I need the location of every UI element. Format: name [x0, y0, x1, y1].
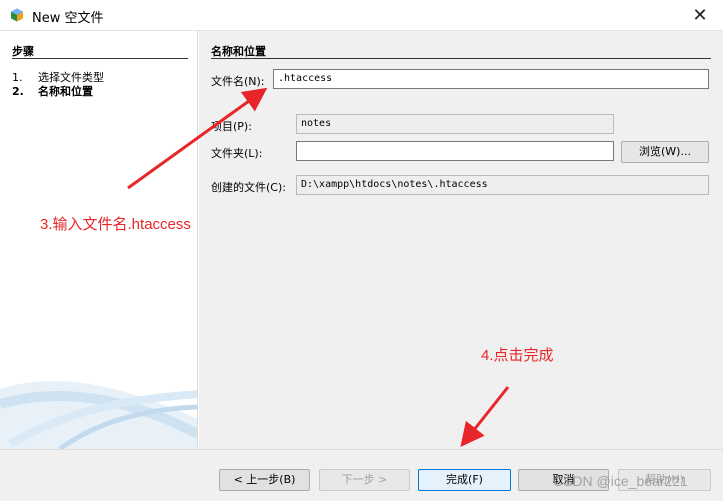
folder-label: 文件夹(L): [211, 147, 263, 160]
finish-button[interactable]: 完成(F) [418, 469, 511, 491]
next-button[interactable]: 下一步 > [319, 469, 410, 491]
project-label: 项目(P): [211, 120, 252, 133]
watermark: CSDN @ice_bear221 [553, 473, 688, 489]
steps-panel: 步骤 1. 选择文件类型 2. 名称和位置 [0, 31, 198, 449]
window-title: New 空文件 [32, 11, 104, 26]
steps-divider [12, 58, 188, 59]
content-panel: 名称和位置 文件名(N): .htaccess 项目(P): notes 文件夹… [199, 31, 723, 449]
file-name-input[interactable]: .htaccess [273, 69, 709, 89]
back-button[interactable]: < 上一步(B) [219, 469, 310, 491]
close-button[interactable]: ✕ [677, 0, 723, 31]
section-heading: 名称和位置 [211, 45, 266, 58]
annotation-step4: 4.点击完成 [481, 347, 554, 364]
project-field: notes [296, 114, 614, 134]
folder-input[interactable] [296, 141, 614, 161]
created-file-field: D:\xampp\htdocs\notes\.htaccess [296, 175, 709, 195]
step-item-name-location: 2. 名称和位置 [12, 83, 93, 99]
netbeans-cube-icon [11, 8, 23, 22]
decorative-swirl-graphic [0, 380, 197, 449]
step-label: 名称和位置 [38, 85, 93, 98]
section-divider [211, 58, 711, 59]
steps-heading: 步骤 [12, 45, 34, 58]
created-file-label: 创建的文件(C): [211, 181, 286, 194]
browse-button[interactable]: 浏览(W)... [621, 141, 709, 163]
annotation-step3: 3.输入文件名.htaccess [40, 216, 191, 233]
file-name-label: 文件名(N): [211, 75, 265, 88]
step-number: 2. [12, 85, 24, 98]
title-bar: New 空文件 ✕ [0, 0, 723, 31]
